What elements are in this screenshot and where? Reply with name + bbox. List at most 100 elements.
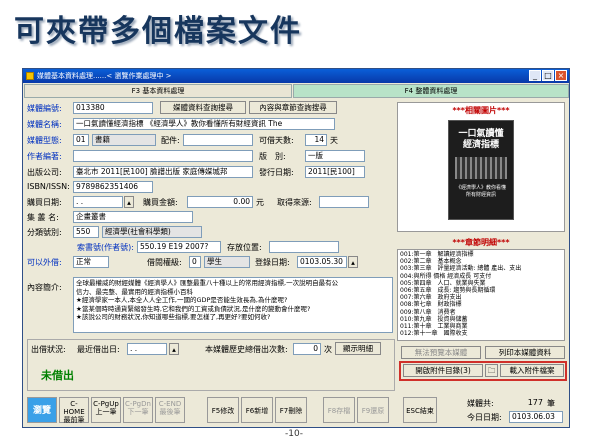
- today-field: 0103.06.03: [509, 411, 563, 423]
- toc-item[interactable]: 009:第八章 消費者: [400, 309, 562, 316]
- edition-field[interactable]: 一版: [305, 150, 365, 162]
- app-window: 媒體基本資料處理......< 瀏覽作業處理中 > _ □ × F3 基本資料處…: [22, 68, 570, 428]
- esc-exit-button[interactable]: ESC結束: [403, 397, 437, 423]
- f5-edit-button[interactable]: F5修改: [207, 397, 239, 423]
- purchase-date-label: 購買日期:: [27, 198, 62, 207]
- browse-button[interactable]: 瀏覽: [27, 397, 57, 423]
- maximize-button[interactable]: □: [542, 70, 554, 81]
- purchase-date-spinner[interactable]: ▴: [124, 196, 134, 208]
- media-code-field[interactable]: 013380: [73, 102, 153, 114]
- edition-label: 版 別:: [259, 152, 286, 161]
- loan-days-unit: 天: [330, 136, 338, 145]
- f7-delete-button[interactable]: F7刪除: [275, 397, 307, 423]
- window-title: 媒體基本資料處理......< 瀏覽作業處理中 >: [37, 72, 172, 80]
- folder-icon[interactable]: 🗀: [485, 364, 498, 377]
- publisher-field[interactable]: 臺北市 2011[民100] 臉譜出版 家庭傳媒城邦: [73, 166, 253, 178]
- history-count-unit: 次: [324, 345, 332, 354]
- author-label: 作者編著:: [27, 152, 62, 161]
- media-name-label: 媒體名稱:: [27, 120, 62, 129]
- reg-date-field[interactable]: 0103.05.30: [297, 256, 347, 268]
- collection-field[interactable]: 企畫叢書: [73, 211, 193, 223]
- media-count-unit: 筆: [547, 399, 555, 408]
- borrow-level-label: 借閱權級:: [147, 258, 182, 267]
- summary-line: 全球最權威的財經媒體《經濟學人》匯整最重八十種以上的常用經濟指標,一次說明自最有…: [76, 279, 339, 287]
- media-type-code[interactable]: 01: [73, 134, 89, 146]
- show-detail-button[interactable]: 顯示明細: [335, 342, 381, 355]
- close-button[interactable]: ×: [555, 70, 567, 81]
- open-attachment-folder-button[interactable]: 開啟附件目錄(3): [403, 364, 483, 377]
- reg-date-spinner[interactable]: ▴: [348, 256, 358, 268]
- summary-line: ★該說公司的財務狀況,你知道哪些指標,要怎樣了,再更好?要如何收?: [76, 313, 271, 321]
- purchase-date-field[interactable]: . .: [73, 196, 123, 208]
- history-count-label: 本媒體歷史總借出次數:: [205, 345, 288, 354]
- source-label: 取得來源:: [277, 198, 312, 207]
- cover-line: 所有財經資訊: [465, 192, 496, 198]
- call-number-field[interactable]: 550.19 E19 2007?: [137, 241, 221, 253]
- print-media-button[interactable]: 列印本媒體資料: [485, 346, 565, 359]
- author-field[interactable]: [73, 150, 253, 162]
- f6-add-button[interactable]: F6新增: [241, 397, 273, 423]
- pgdn-button[interactable]: C-PgDn 下一筆: [123, 397, 153, 423]
- cover-line: 《經濟學人》教你看懂: [455, 185, 506, 191]
- last-loan-date-field[interactable]: . .: [127, 343, 167, 355]
- reg-date-label: 登錄日期:: [255, 258, 290, 267]
- amount-label: 購買金額:: [143, 198, 178, 207]
- pgup-button[interactable]: C-PgUp 上一筆: [91, 397, 121, 423]
- summary-line: ★當某個時時通貨緊縮發生時,它和我們的工資或負債狀況,是什麼的變動會什麼呢?: [76, 304, 311, 313]
- part-label: 配件:: [161, 136, 180, 145]
- media-count-value: 177: [527, 398, 543, 407]
- amount-field[interactable]: 0.00: [187, 196, 253, 208]
- isbn-label: ISBN/ISSN:: [27, 182, 70, 191]
- collection-label: 集 叢 名:: [27, 213, 59, 222]
- lendable-field[interactable]: 正常: [73, 256, 109, 268]
- summary-label: 內容簡介:: [27, 283, 62, 292]
- summary-line: 信力、最完整、最實用的經濟指標小百科: [76, 287, 193, 296]
- media-query-button[interactable]: 媒體資料查詢搜尋: [160, 101, 246, 114]
- slide-title: 可夾帶多個檔案文件: [14, 14, 302, 49]
- last-loan-date-spinner[interactable]: ▴: [169, 343, 179, 355]
- end-button[interactable]: C-END 最後筆: [155, 397, 185, 423]
- publisher-label: 出版公司:: [27, 168, 62, 177]
- toc-list[interactable]: 001:第一章 解讀經濟指標 002:第二章 基本概念 003:第三章 評量經濟…: [397, 249, 565, 341]
- toc-item[interactable]: 010:第九章 投資與儲蓄: [400, 316, 562, 323]
- f9-restore-button[interactable]: F9還原: [357, 397, 389, 423]
- issue-date-field[interactable]: 2011[民100]: [305, 166, 365, 178]
- toc-item[interactable]: 008:第七章 財政指標: [400, 301, 562, 308]
- today-label: 今日日期:: [467, 413, 502, 422]
- book-cover-image: 一口氣讀懂 經濟指標 《經濟學人》教你看懂 所有財經資訊: [448, 120, 514, 220]
- fulltext-query-button[interactable]: 內容與章節查詢搜尋: [249, 101, 337, 114]
- home-button[interactable]: C-HOME 最前筆: [59, 397, 89, 424]
- isbn-field[interactable]: 9789862351406: [73, 181, 153, 193]
- media-type-name: 書籍: [92, 134, 156, 146]
- cover-line: 一口氣讀懂: [458, 129, 504, 139]
- toc-item[interactable]: 005:第四章 人口、就業與失業: [400, 280, 562, 287]
- location-field[interactable]: [269, 241, 339, 253]
- tab-basic-data[interactable]: F3 基本資料處理: [24, 84, 292, 98]
- borrow-level-code[interactable]: 0: [189, 256, 201, 268]
- no-preview-label: 無法預覽本媒體: [401, 346, 481, 359]
- last-loan-date-label: 最近借出日:: [77, 345, 120, 354]
- tab-overall-data[interactable]: F4 整體資料處理: [293, 84, 569, 98]
- history-count-field: 0: [293, 343, 321, 355]
- cover-graphic: [455, 157, 507, 179]
- toc-item[interactable]: 012:第十一章 國際收支: [400, 330, 562, 337]
- toc-item[interactable]: 004:與所得 價格 經濟成長 可支付: [400, 273, 562, 280]
- media-type-label: 媒體型態:: [27, 136, 62, 145]
- f8-save-button[interactable]: F8存檔: [323, 397, 355, 423]
- toc-item[interactable]: 003:第三章 評量經濟活動: 總體 產出、支出: [400, 265, 562, 272]
- loan-days-field[interactable]: 14: [305, 134, 327, 146]
- class-code-field[interactable]: 550: [73, 226, 99, 238]
- minimize-button[interactable]: _: [529, 70, 541, 81]
- summary-textarea[interactable]: 全球最權威的財經媒體《經濟學人》匯整最重八十種以上的常用經濟指標,一次說明自最有…: [73, 277, 393, 333]
- upload-attachment-button[interactable]: 載入附件檔案: [500, 364, 564, 377]
- media-name-field[interactable]: 一口氣讀懂經濟指標 《經濟學人》教你看懂所有財經資訊 The: [73, 118, 335, 130]
- class-name-field: 經濟學(社會科學類): [102, 226, 202, 238]
- summary-line: ★經濟學家一本人,本全人人全工作,一國的GDP是否能生效長為,為什麼呢?: [76, 296, 288, 304]
- part-field[interactable]: [183, 134, 253, 146]
- app-icon: [26, 72, 34, 80]
- issue-date-label: 發行日期:: [259, 168, 294, 177]
- amount-unit: 元: [256, 198, 264, 207]
- location-label: 存放位置:: [227, 243, 262, 252]
- source-field[interactable]: [319, 196, 369, 208]
- call-number-label: 索書號(作者號):: [77, 243, 134, 252]
